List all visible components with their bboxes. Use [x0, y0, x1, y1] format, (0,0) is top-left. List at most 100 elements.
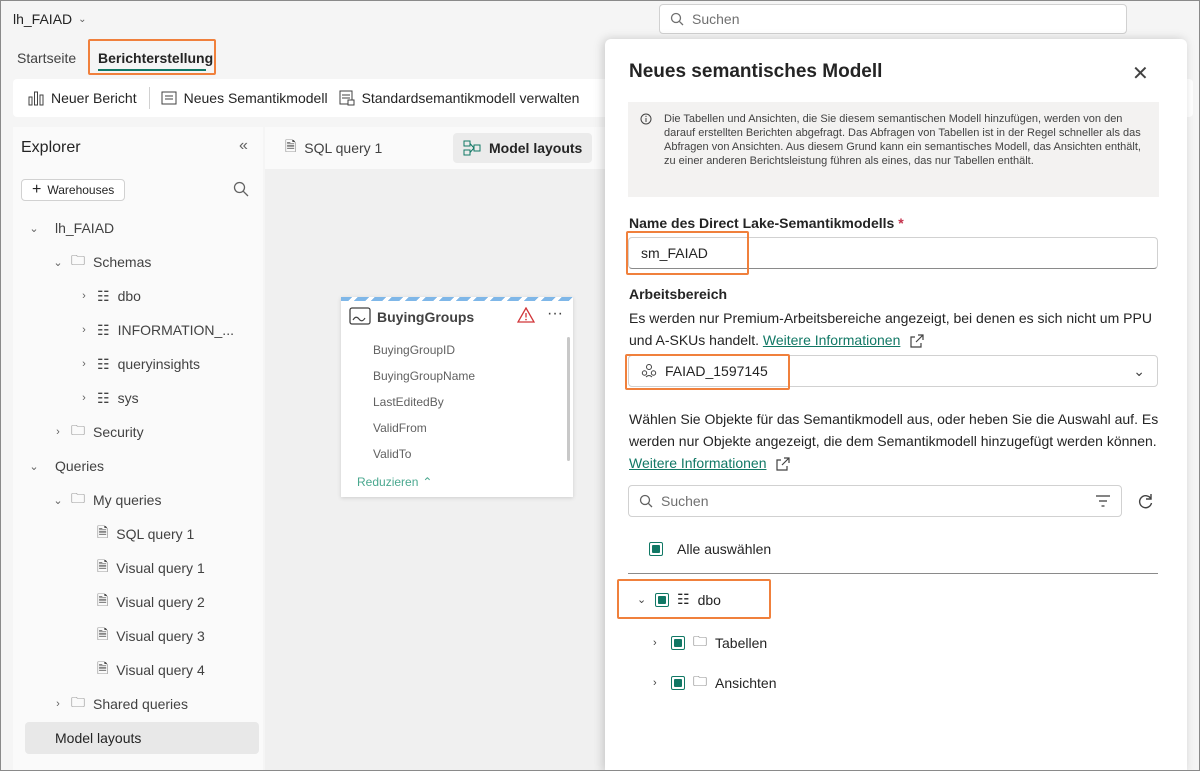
workspace-value: FAIAD_1597145	[665, 363, 768, 379]
tree-security[interactable]: › 🗀 Security	[53, 420, 143, 444]
reduce-label: Reduzieren	[357, 475, 419, 489]
table-icon	[349, 307, 371, 325]
object-tree-views[interactable]: › 🗀 Ansichten	[653, 671, 776, 695]
chevron-right-icon: ›	[56, 698, 60, 710]
filter-icon[interactable]	[1095, 494, 1111, 508]
chevron-down-icon: ⌄	[29, 460, 39, 473]
workspace-select[interactable]: FAIAD_1597145 ⌄	[628, 355, 1158, 387]
chevron-down-icon: ⌄	[78, 13, 87, 25]
schema-icon: ☷	[677, 591, 690, 607]
workspace-switcher[interactable]: lh_FAIAD ⌄	[13, 11, 87, 27]
tree-label: lh_FAIAD	[55, 220, 115, 236]
tab-sql-query-1[interactable]: 🗎 SQL query 1	[275, 133, 392, 163]
table-card-buyinggroups[interactable]: BuyingGroups ··· BuyingGroupID BuyingGro…	[341, 297, 573, 497]
chevron-right-icon[interactable]: ›	[653, 677, 663, 689]
top-bar: lh_FAIAD ⌄ Suchen	[1, 1, 1199, 39]
tree-label: queryinsights	[117, 356, 201, 372]
tree-schema-sys[interactable]: › ☷ sys	[79, 386, 139, 410]
column-item[interactable]: LastEditedBy	[373, 395, 475, 421]
tree-lakehouse-root[interactable]: ⌄ lh_FAIAD	[29, 216, 114, 240]
tables-checkbox[interactable]	[671, 636, 685, 650]
object-search-input[interactable]: Suchen	[628, 485, 1122, 517]
divider	[628, 573, 1158, 574]
chevron-down-icon[interactable]: ⌄	[637, 593, 647, 606]
tree-label: Visual query 1	[116, 560, 205, 576]
new-semantic-model-button[interactable]: Neues Semantikmodell	[160, 79, 338, 117]
visual-query-icon: 🗎	[97, 660, 109, 676]
object-tree-tables[interactable]: › 🗀 Tabellen	[653, 631, 767, 655]
dialog-title: Neues semantisches Modell	[629, 61, 883, 82]
dbo-checkbox[interactable]	[655, 592, 669, 607]
search-icon[interactable]	[233, 181, 249, 197]
chevron-right-icon: ›	[82, 290, 86, 302]
new-report-button[interactable]: Neuer Bericht	[27, 79, 147, 117]
manage-default-model-label: Standardsemantikmodell verwalten	[361, 90, 580, 106]
views-checkbox[interactable]	[671, 676, 685, 690]
column-item[interactable]: ValidTo	[373, 447, 475, 473]
chevron-right-icon[interactable]: ›	[653, 637, 663, 649]
reduce-link[interactable]: Reduzieren ⌃	[357, 475, 432, 489]
model-name-value: sm_FAIAD	[641, 245, 708, 261]
tree-label: dbo	[117, 288, 141, 304]
tree-label: Visual query 2	[116, 594, 205, 610]
chevron-right-icon: ›	[82, 392, 86, 404]
workspace-icon	[641, 364, 657, 378]
schema-icon: ☷	[97, 355, 110, 372]
external-link-icon[interactable]	[910, 334, 924, 348]
folder-icon: 🗀	[71, 422, 85, 438]
select-all-label: Alle auswählen	[677, 541, 772, 557]
table-card-title: BuyingGroups	[377, 309, 475, 325]
tree-label: My queries	[93, 492, 162, 508]
close-icon[interactable]: ✕	[1132, 61, 1149, 86]
info-icon	[640, 113, 652, 125]
column-item[interactable]: ValidFrom	[373, 421, 475, 447]
card-scrollbar[interactable]	[567, 337, 570, 461]
tree-visual-query-1[interactable]: 🗎 Visual query 1	[97, 556, 205, 580]
tree-model-layouts[interactable]: Model layouts	[25, 722, 259, 754]
tree-shared-queries[interactable]: › 🗀 Shared queries	[53, 692, 188, 716]
tree-sql-query-1[interactable]: 🗎 SQL query 1	[97, 522, 194, 546]
select-all-row[interactable]: Alle auswählen	[649, 541, 771, 557]
more-info-link[interactable]: Weitere Informationen	[629, 455, 766, 471]
chevron-right-icon: ›	[82, 358, 86, 370]
chevron-down-icon: ⌄	[29, 222, 39, 235]
visual-query-icon: 🗎	[97, 558, 109, 574]
refresh-icon[interactable]	[1135, 491, 1155, 511]
tree-label: Model layouts	[55, 730, 142, 746]
global-search-input[interactable]: Suchen	[659, 4, 1127, 34]
manage-default-model-button[interactable]: Standardsemantikmodell verwalten	[338, 79, 590, 117]
folder-icon: 🗀	[693, 633, 707, 649]
tree-schema-information[interactable]: › ☷ INFORMATION_...	[79, 318, 234, 342]
tree-visual-query-4[interactable]: 🗎 Visual query 4	[97, 658, 205, 682]
column-item[interactable]: BuyingGroupID	[373, 343, 475, 369]
tree-schema-dbo[interactable]: › ☷ dbo	[79, 284, 141, 308]
tree-my-queries[interactable]: ⌄ 🗀 My queries	[53, 488, 161, 512]
sql-file-icon: 🗎	[285, 138, 297, 154]
select-all-checkbox[interactable]	[649, 542, 663, 556]
tab-startseite[interactable]: Startseite	[17, 50, 76, 66]
tree-label: sys	[117, 390, 139, 406]
model-layout-icon	[463, 140, 481, 156]
tree-schema-queryinsights[interactable]: › ☷ queryinsights	[79, 352, 200, 376]
tab-model-layouts[interactable]: Model layouts	[453, 133, 593, 163]
column-item[interactable]: BuyingGroupName	[373, 369, 475, 395]
tab-berichterstellung[interactable]: Berichterstellung	[98, 50, 213, 66]
plus-icon: +	[32, 181, 42, 198]
collapse-pane-icon[interactable]: «	[239, 137, 248, 155]
object-tree-dbo[interactable]: ⌄ ☷ dbo	[637, 591, 721, 608]
tree-schemas[interactable]: ⌄ 🗀 Schemas	[53, 250, 151, 274]
objects-desc-text: Wählen Sie Objekte für das Semantikmodel…	[629, 411, 1159, 449]
warehouses-label: Warehouses	[47, 183, 115, 197]
warning-icon[interactable]	[517, 307, 535, 323]
bar-chart-icon	[28, 91, 44, 106]
tree-queries[interactable]: ⌄ Queries	[29, 454, 104, 478]
model-canvas: 🗎 SQL query 1 Model layouts BuyingGroups…	[265, 127, 605, 770]
tree-visual-query-2[interactable]: 🗎 Visual query 2	[97, 590, 205, 614]
model-name-input[interactable]: sm_FAIAD	[628, 237, 1158, 269]
external-link-icon[interactable]	[776, 457, 790, 471]
active-tab-indicator	[98, 69, 206, 71]
more-options-icon[interactable]: ···	[547, 305, 563, 323]
more-info-link[interactable]: Weitere Informationen	[763, 332, 900, 348]
add-warehouses-button[interactable]: + Warehouses	[21, 179, 126, 201]
tree-visual-query-3[interactable]: 🗎 Visual query 3	[97, 624, 205, 648]
